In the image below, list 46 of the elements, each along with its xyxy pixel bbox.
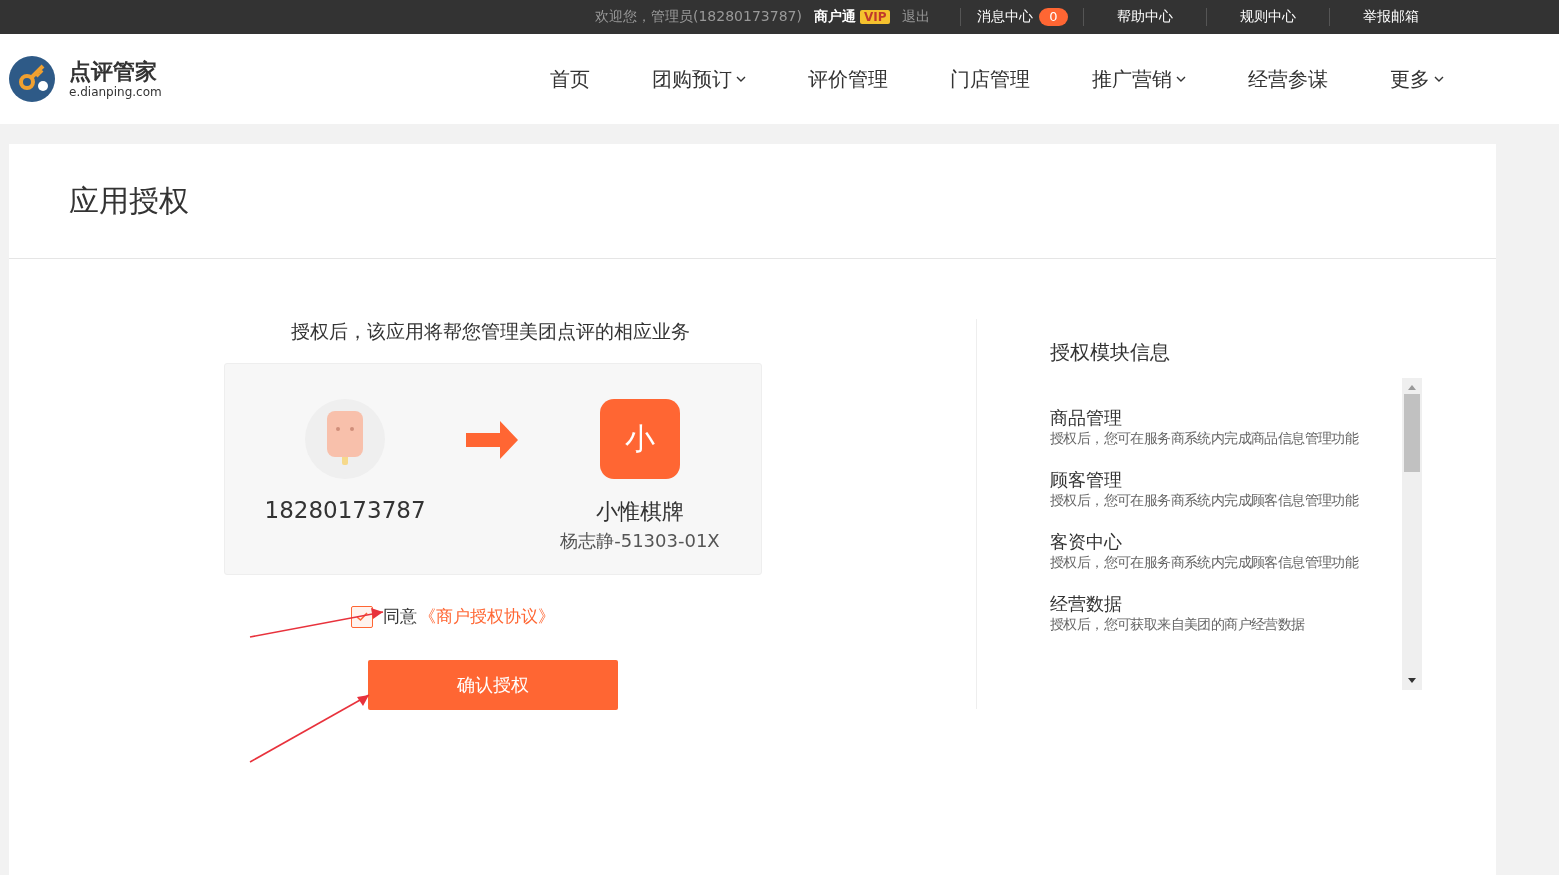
top-link[interactable]: 举报邮箱 [1363,8,1420,26]
check-icon [355,611,368,622]
module-description: 授权后，您可在服务商系统内完成顾客信息管理功能 [1050,492,1360,510]
intro-text: 授权后，该应用将帮您管理美团点评的相应业务 [290,319,690,344]
caret-icon [1434,76,1444,82]
module-name: 商品管理 [1050,406,1123,430]
nav-item[interactable]: 门店管理 [919,65,1061,93]
agree-checkbox[interactable] [350,605,373,628]
app-subtitle: 杨志静-51303-01X [560,529,720,553]
top-link[interactable]: 消息中心 [977,8,1034,26]
account-name: 商户通 [813,8,856,26]
top-link[interactable]: 规则中心 [1240,8,1297,26]
logo-icon [9,56,55,102]
scroll-down-icon[interactable] [1408,678,1416,683]
vip-badge: VIP [859,10,891,24]
module-description: 授权后，您可获取来自美团的商户经营数据 [1050,616,1306,634]
agree-label: 同意 [382,605,417,628]
right-arrow-icon [466,421,519,459]
module-name: 经营数据 [1050,592,1123,616]
nav-item[interactable]: 更多 [1359,65,1475,93]
nav-item[interactable]: 推广营销 [1061,65,1217,93]
scrollbar[interactable] [1402,378,1422,690]
top-link[interactable]: 帮助中心 [1117,8,1174,26]
app-name: 小惟棋牌 [595,498,684,526]
app-icon: 小 [599,399,680,479]
nav-item[interactable]: 团购预订 [621,65,777,93]
page-title: 应用授权 [9,144,1496,259]
message-count: 0 [1039,8,1068,26]
caret-icon [736,76,746,82]
module-name: 客资中心 [1050,530,1123,554]
nav-item[interactable]: 经营参谋 [1217,65,1359,93]
popsicle-avatar-icon [305,399,386,479]
logo-domain: e.dianping.com [69,85,162,99]
caret-icon [1176,76,1186,82]
nav-item[interactable]: 评价管理 [777,65,919,93]
module-description: 授权后，您可在服务商系统内完成顾客信息管理功能 [1050,554,1360,572]
scroll-up-icon[interactable] [1408,385,1416,390]
scrollbar-thumb[interactable] [1404,394,1420,472]
welcome-text: 欢迎您，管理员(18280173787) [595,8,802,26]
module-description: 授权后，您可在服务商系统内完成商品信息管理功能 [1050,430,1360,448]
modules-title: 授权模块信息 [1050,339,1171,366]
logo-title: 点评管家 [69,59,158,85]
module-name: 顾客管理 [1050,468,1123,492]
user-phone: 18280173787 [264,497,426,523]
logout-link[interactable]: 退出 [902,8,931,26]
nav-item[interactable]: 首页 [519,65,621,93]
